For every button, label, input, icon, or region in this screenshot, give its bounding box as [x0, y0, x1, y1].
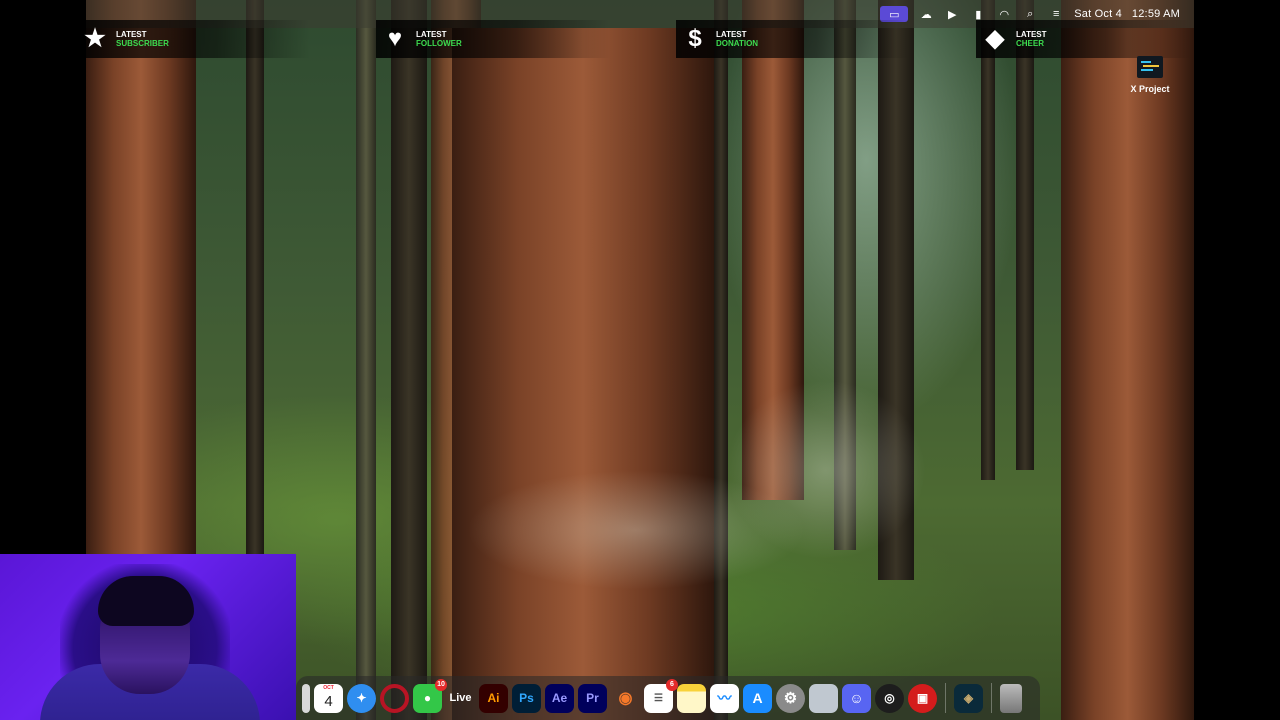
illustrator-icon[interactable]: Ai — [479, 683, 508, 713]
league-icon[interactable]: ◈ — [954, 683, 983, 713]
trash-icon[interactable] — [1000, 683, 1022, 713]
premiere-icon[interactable]: Pr — [578, 683, 607, 713]
heart-icon: ♥ — [387, 25, 403, 52]
diamond-icon: ◆ — [985, 25, 1005, 52]
photoshop-icon[interactable]: Ps — [512, 683, 541, 713]
finder-window-icon[interactable] — [809, 683, 838, 713]
tree-trunk — [391, 0, 427, 720]
notes-icon[interactable] — [677, 683, 706, 713]
discord-icon[interactable]: ☺ — [842, 683, 871, 713]
wifi-icon[interactable]: ◠ — [996, 7, 1012, 21]
alert-value: SUBSCRIBER — [116, 39, 169, 48]
search-icon[interactable]: ⌕ — [1022, 7, 1038, 21]
dock: OCT 4 ✦ ● 10 Live Ai Ps Ae Pr ◉ ☰ 6 〰 A … — [296, 676, 1040, 720]
apple-menu-icon[interactable] — [100, 7, 116, 21]
alert-label: LATEST — [716, 30, 747, 39]
alert-latest-donation: $ LATEST DONATION — [676, 20, 910, 58]
play-icon[interactable]: ▶ — [944, 7, 960, 21]
battery-icon[interactable]: ▮ — [970, 7, 986, 21]
freeform-icon[interactable]: 〰 — [710, 683, 739, 713]
alert-latest-cheer: ◆ LATEST CHEER — [976, 20, 1192, 58]
webcam-overlay — [0, 554, 296, 720]
dock-separator — [945, 683, 946, 713]
opera-icon[interactable] — [380, 683, 409, 713]
calendar-icon[interactable]: OCT 4 — [314, 683, 343, 713]
alert-label: LATEST — [416, 30, 447, 39]
menu-clock-time[interactable]: 12:59 AM — [1132, 8, 1180, 20]
live-icon[interactable]: Live — [446, 684, 475, 713]
tree-trunk — [714, 0, 728, 720]
obs-icon[interactable]: ◎ — [875, 683, 904, 713]
calendar-month: OCT — [323, 684, 334, 691]
tree-trunk — [1016, 0, 1034, 470]
tree-trunk — [981, 0, 995, 480]
alert-value: FOLLOWER — [416, 39, 462, 48]
tree-trunk — [452, 28, 714, 720]
dock-separator — [991, 683, 992, 713]
system-settings-icon[interactable]: ⚙ — [776, 683, 805, 713]
dollar-icon: $ — [688, 25, 702, 52]
control-center-icon[interactable]: ≡ — [1048, 7, 1064, 21]
mist — [726, 380, 926, 560]
app-store-icon[interactable]: A — [743, 683, 772, 713]
game-launcher-icon[interactable]: ▣ — [908, 683, 937, 713]
safari-icon[interactable]: ✦ — [347, 683, 376, 713]
alert-label: LATEST — [1016, 30, 1047, 39]
after-effects-icon[interactable]: Ae — [545, 683, 574, 713]
alert-label: LATEST — [116, 30, 147, 39]
calendar-day: 4 — [324, 692, 333, 710]
blender-icon[interactable]: ◉ — [611, 684, 640, 713]
creative-cloud-icon[interactable]: ☁ — [918, 7, 934, 21]
reminders-icon[interactable]: ☰ 6 — [644, 678, 678, 713]
menu-clock-date[interactable]: Sat Oct 4 — [1074, 8, 1122, 20]
screen: ▭ ☁ ▶ ▮ ◠ ⌕ ≡ Sat Oct 4 12:59 AM ★ LATES… — [0, 0, 1280, 720]
webcam-person-hair — [98, 576, 194, 626]
tree-trunk — [1061, 0, 1194, 720]
live-label: Live — [449, 692, 472, 704]
tree-trunk — [356, 0, 376, 720]
alert-latest-follower: ♥ LATEST FOLLOWER — [376, 20, 610, 58]
file-thumbnail-icon — [1137, 56, 1163, 78]
alert-latest-subscriber: ★ LATEST SUBSCRIBER — [76, 20, 310, 58]
launchpad-icon[interactable] — [302, 683, 310, 713]
desktop-file-label: X Project — [1130, 84, 1170, 94]
alert-value: DONATION — [716, 39, 759, 48]
star-icon: ★ — [84, 25, 106, 52]
alert-value: CHEER — [1016, 39, 1045, 48]
messages-icon[interactable]: ● 10 — [413, 678, 447, 713]
desktop-file-x-project[interactable]: X Project — [1120, 56, 1180, 94]
